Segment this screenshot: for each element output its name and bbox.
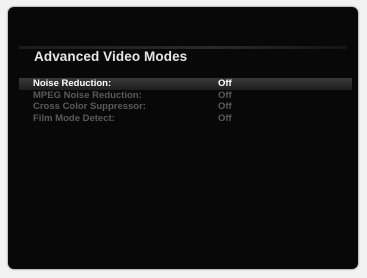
menu-title: Advanced Video Modes: [34, 49, 188, 64]
menu-item-value: Off: [218, 112, 232, 124]
menu-item-label: Noise Reduction:: [33, 78, 112, 89]
menu-item-mpeg-noise-reduction[interactable]: MPEG Noise Reduction: Off: [19, 90, 352, 102]
menu-item-value: Off: [218, 78, 232, 89]
menu-item-noise-reduction[interactable]: Noise Reduction: Off: [19, 78, 352, 90]
menu-item-cross-color-suppressor[interactable]: Cross Color Suppressor: Off: [19, 101, 352, 113]
menu-item-film-mode-detect[interactable]: Film Mode Detect: Off: [19, 113, 352, 125]
menu-item-label: Film Mode Detect:: [33, 112, 115, 124]
menu-item-value: Off: [218, 101, 232, 112]
menu-item-label: MPEG Noise Reduction:: [33, 89, 142, 101]
tv-screen: Advanced Video Modes Noise Reduction: Of…: [8, 7, 358, 269]
menu-list: Noise Reduction: Off MPEG Noise Reductio…: [19, 78, 352, 124]
menu-item-value: Off: [218, 89, 232, 101]
menu-item-label: Cross Color Suppressor:: [33, 101, 146, 112]
